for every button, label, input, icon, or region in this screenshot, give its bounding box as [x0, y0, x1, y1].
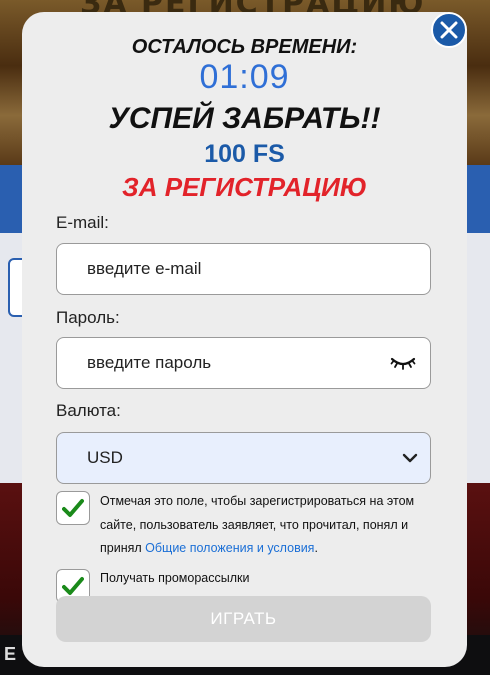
registration-modal: ОСТАЛОСЬ ВРЕМЕНИ: 01:09 УСПЕЙ ЗАБРАТЬ!! …: [22, 12, 467, 667]
headline: УСПЕЙ ЗАБРАТЬ!!: [108, 102, 381, 135]
timer-label: ОСТАЛОСЬ ВРЕМЕНИ:: [131, 36, 358, 58]
background-bottom-label: Е: [4, 644, 17, 664]
timer-value: 01:09: [199, 58, 290, 96]
checkmark-icon: [62, 499, 84, 517]
close-button[interactable]: [431, 12, 467, 48]
password-placeholder: введите пароль: [87, 353, 212, 372]
play-button[interactable]: ИГРАТЬ: [56, 596, 431, 642]
close-icon: [440, 21, 458, 39]
promo-label: Получать проморассылки: [100, 571, 250, 585]
checkmark-icon: [62, 577, 84, 595]
bonus-amount: 100 FS: [204, 140, 285, 168]
terms-link[interactable]: Общие положения и условия: [145, 541, 314, 555]
chevron-down-icon: [402, 453, 418, 463]
currency-label: Валюта:: [56, 401, 121, 420]
email-label: E-mail:: [56, 213, 109, 232]
currency-select[interactable]: USD: [56, 432, 431, 484]
terms-end: .: [314, 541, 318, 555]
eye-closed-icon[interactable]: [390, 355, 416, 371]
password-label: Пароль:: [56, 308, 120, 327]
currency-value: USD: [87, 448, 123, 467]
terms-checkbox[interactable]: [56, 491, 90, 525]
email-field[interactable]: введите e-mail: [56, 243, 431, 295]
bonus-subtitle: ЗА РЕГИСТРАЦИЮ: [122, 172, 367, 202]
terms-text: Отмечая это поле, чтобы зарегистрировать…: [100, 490, 440, 561]
password-field[interactable]: введите пароль: [56, 337, 431, 389]
